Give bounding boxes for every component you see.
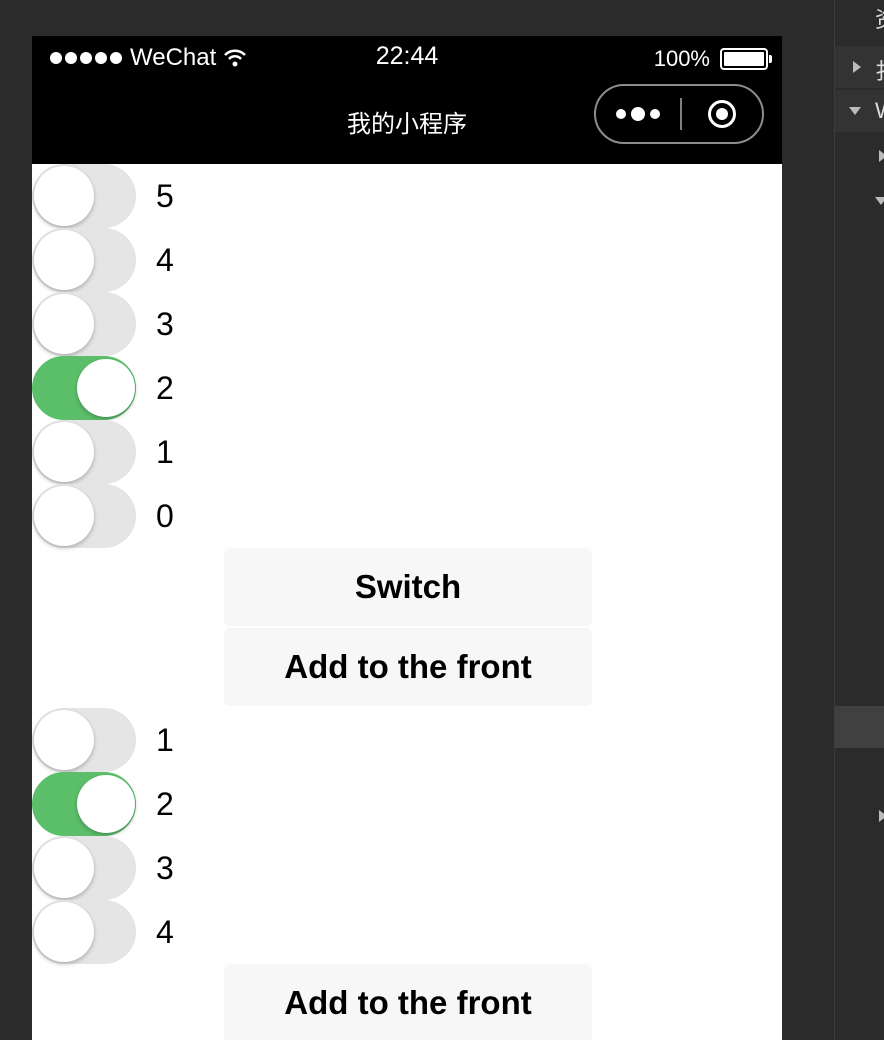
switch-row: 3: [32, 836, 782, 900]
tree-item-label: 扌: [875, 54, 884, 86]
toggle-switch[interactable]: [32, 164, 136, 228]
expand-icon: [853, 61, 861, 73]
toggle-switch[interactable]: [32, 356, 136, 420]
battery-percent: 100%: [653, 46, 710, 71]
toggle-switch[interactable]: [32, 708, 136, 772]
switch-row: 0: [32, 484, 782, 548]
toggle-switch[interactable]: [32, 228, 136, 292]
devtools-panel: 资 扌 W: [834, 0, 884, 1040]
switch-button[interactable]: Switch: [224, 548, 592, 626]
switch-row: 3: [32, 292, 782, 356]
switch-label: 1: [156, 722, 174, 758]
toggle-switch[interactable]: [32, 900, 136, 964]
navigation-bar: 我的小程序: [32, 80, 782, 164]
toggle-switch[interactable]: [32, 484, 136, 548]
toggle-switch[interactable]: [32, 772, 136, 836]
tree-item[interactable]: W: [835, 90, 884, 132]
switch-label: 2: [156, 370, 174, 406]
toggle-switch[interactable]: [32, 292, 136, 356]
tree-item[interactable]: 扌: [835, 46, 884, 88]
phone-simulator: WeChat 22:44 100% 我的小程序 5 4 3 2 1 0 Swit…: [32, 36, 782, 1040]
selected-tree-row[interactable]: [835, 706, 884, 748]
devtools-left-edge: [0, 0, 32, 1040]
panel-header-char: 资: [875, 2, 884, 34]
switch-row: 4: [32, 228, 782, 292]
switch-label: 0: [156, 498, 174, 534]
collapse-icon[interactable]: [875, 197, 884, 205]
switch-label: 4: [156, 914, 174, 950]
switch-label: 3: [156, 850, 174, 886]
expand-icon[interactable]: [879, 810, 884, 822]
add-to-front-button[interactable]: Add to the front: [224, 628, 592, 706]
switch-label: 3: [156, 306, 174, 342]
add-to-front-button-2[interactable]: Add to the front: [224, 964, 592, 1040]
switch-row: 5: [32, 164, 782, 228]
status-bar: WeChat 22:44 100%: [32, 36, 782, 80]
toggle-switch[interactable]: [32, 420, 136, 484]
switch-label: 4: [156, 242, 174, 278]
close-miniprogram-button[interactable]: [682, 100, 762, 128]
switch-row: 1: [32, 708, 782, 772]
collapse-icon: [849, 107, 861, 115]
capsule-menu: [594, 84, 764, 144]
switch-row: 2: [32, 772, 782, 836]
battery-icon: [720, 48, 772, 70]
more-icon[interactable]: [596, 107, 680, 121]
switch-label: 2: [156, 786, 174, 822]
switch-row: 4: [32, 900, 782, 964]
switch-row: 1: [32, 420, 782, 484]
switch-label: 5: [156, 178, 174, 214]
expand-icon[interactable]: [879, 150, 884, 162]
tree-item-label: W: [875, 98, 884, 124]
target-icon: [708, 100, 736, 128]
switch-label: 1: [156, 434, 174, 470]
toggle-switch[interactable]: [32, 836, 136, 900]
switch-row: 2: [32, 356, 782, 420]
